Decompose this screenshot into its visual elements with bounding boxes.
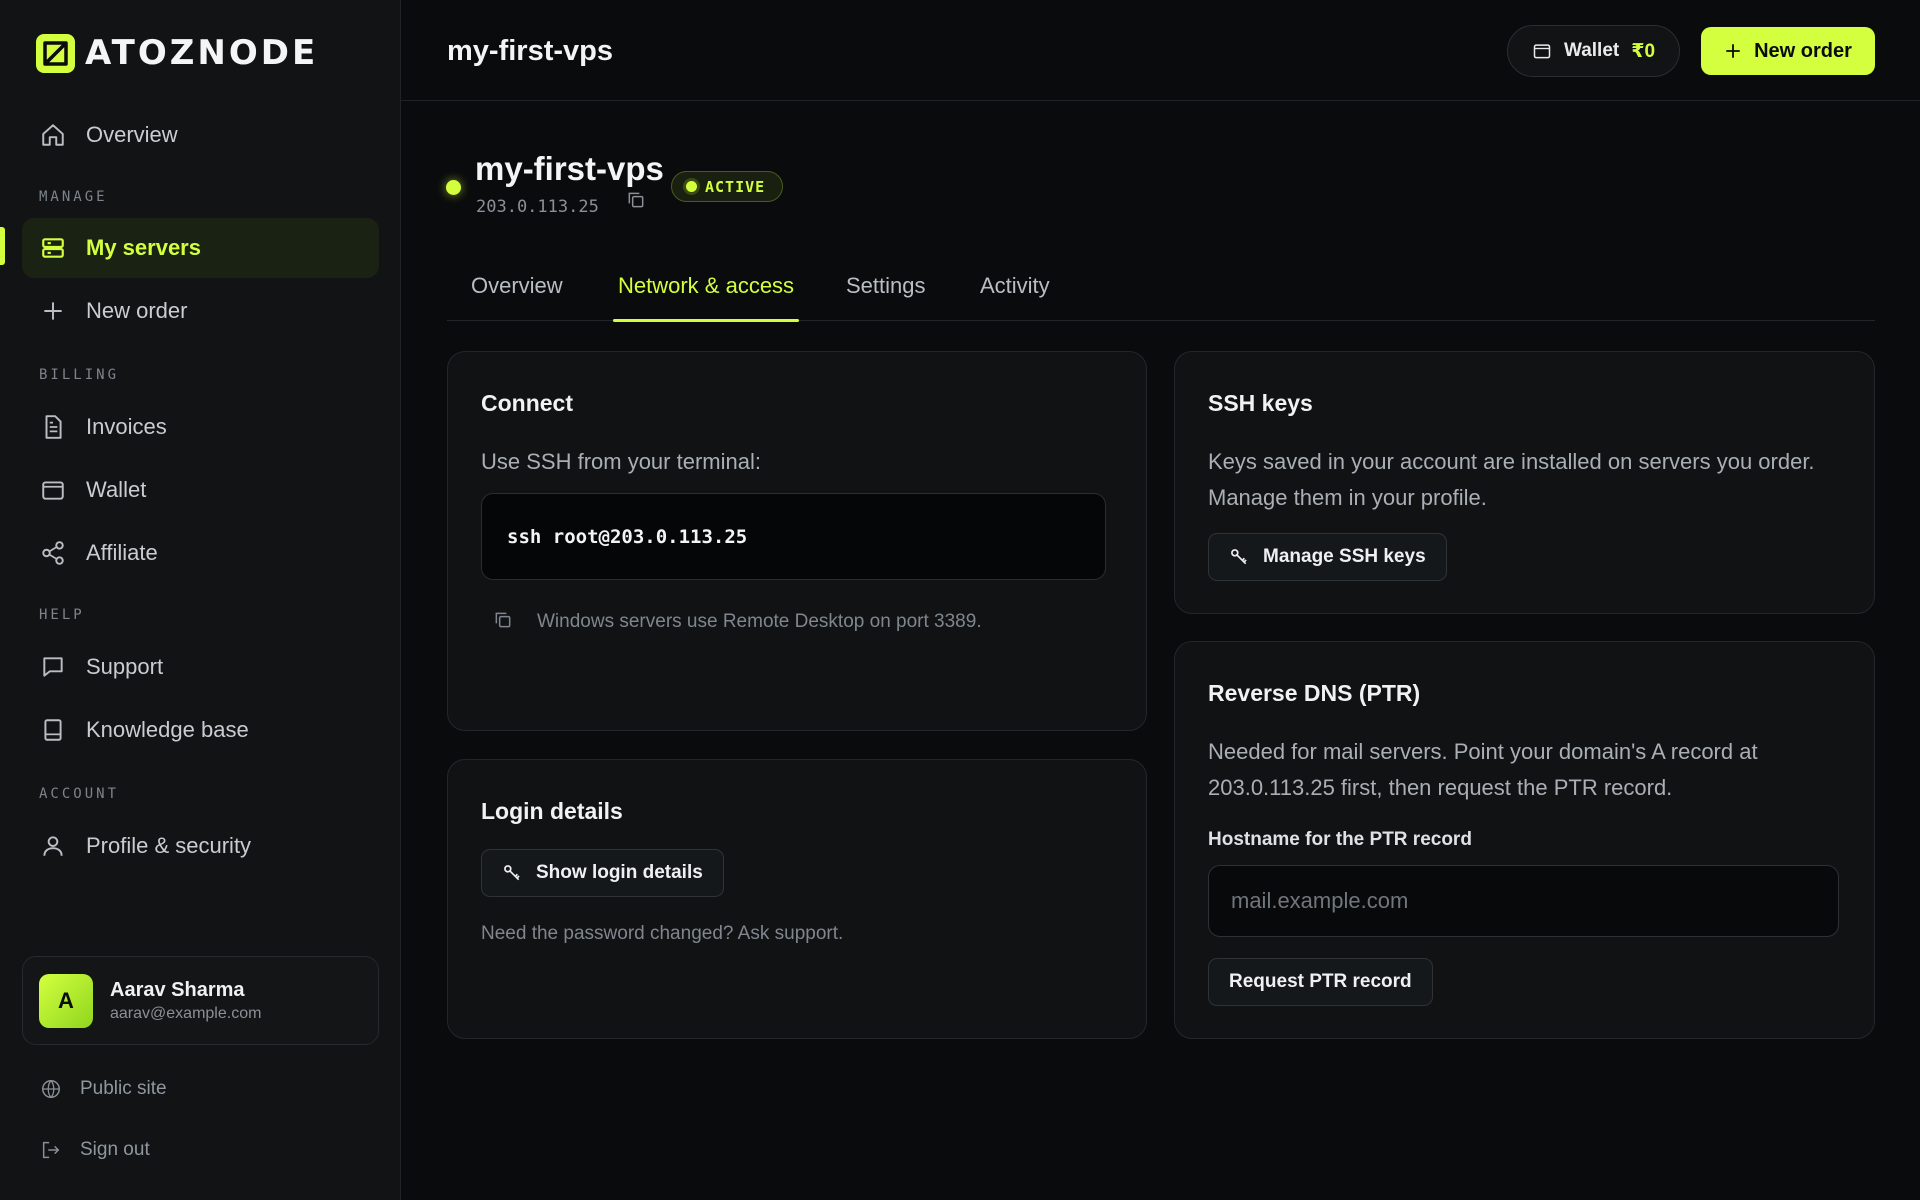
user-icon (43, 836, 63, 856)
sidebar-item-invoices[interactable]: Invoices (22, 397, 379, 457)
sidebar-item-support[interactable]: Support (22, 637, 379, 697)
section-manage: MANAGE (39, 189, 108, 205)
status-dot (446, 180, 461, 195)
sidebar-item-new-order[interactable]: New order (22, 281, 379, 341)
ssh-keys-line2: Manage them in your profile. (1208, 485, 1487, 510)
status-badge: ACTIVE (671, 171, 784, 202)
sidebar-item-label: Affiliate (86, 540, 158, 565)
manage-ssh-keys-button[interactable]: Manage SSH keys (1208, 533, 1447, 581)
wallet-button[interactable]: Wallet ₹0 (1507, 25, 1680, 77)
badge-dot (686, 181, 697, 192)
sidebar-item-profile-security[interactable]: Profile & security (22, 816, 379, 876)
tab-settings[interactable]: Settings (846, 273, 926, 321)
plus-icon (1726, 44, 1740, 58)
show-login-label: Show login details (536, 862, 703, 883)
login-title: Login details (481, 798, 623, 824)
logo-icon (36, 33, 75, 73)
sidebar-item-label: New order (86, 298, 188, 323)
server-name: my-first-vps (475, 150, 664, 187)
brand-logo[interactable]: ATOZNODE (36, 33, 318, 73)
request-ptr-button[interactable]: Request PTR record (1208, 958, 1433, 1006)
brand-name: ATOZNODE (85, 33, 319, 73)
sidebar-item-my-servers[interactable]: My servers (22, 218, 379, 278)
connect-title: Connect (481, 390, 573, 416)
tab-overview[interactable]: Overview (471, 273, 563, 321)
ssh-command-text: ssh root@203.0.113.25 (507, 525, 748, 548)
sign-out-label: Sign out (80, 1139, 150, 1160)
user-email: aarav@example.com (110, 1004, 262, 1022)
user-card[interactable]: A Aarav Sharma aarav@example.com (22, 956, 379, 1045)
new-order-label: New order (1754, 39, 1852, 62)
wallet-label: Wallet (1563, 40, 1620, 61)
rdns-line1: Needed for mail servers. Point your doma… (1208, 739, 1758, 764)
manage-ssh-keys-label: Manage SSH keys (1263, 546, 1426, 567)
section-account: ACCOUNT (39, 786, 120, 802)
sidebar-item-label: My servers (86, 235, 201, 260)
password-note: Need the password changed? Ask support. (481, 923, 844, 944)
wallet-icon (42, 481, 64, 500)
ssh-keys-card: SSH keys Keys saved in your account are … (1174, 351, 1875, 614)
rdns-line2: 203.0.113.25 first, then request the PTR… (1208, 775, 1673, 800)
sidebar-item-label: Overview (86, 122, 178, 147)
windows-note: Windows servers use Remote Desktop on po… (537, 611, 982, 632)
sidebar-item-wallet[interactable]: Wallet (22, 460, 379, 520)
wallet-icon (1533, 44, 1551, 59)
document-icon (45, 415, 62, 439)
ptr-hostname-label: Hostname for the PTR record (1208, 829, 1472, 850)
sidebar-item-label: Support (86, 654, 164, 679)
user-info: Aarav Sharma aarav@example.com (110, 979, 261, 1023)
chat-icon (43, 657, 63, 677)
key-icon (504, 865, 520, 881)
book-icon (44, 719, 62, 741)
copy-icon[interactable] (493, 610, 513, 630)
share-icon (42, 541, 64, 565)
sidebar: ATOZNODE Overview MANAGE My servers New … (0, 0, 401, 1200)
new-order-button[interactable]: New order (1701, 27, 1875, 75)
public-site-link[interactable]: Public site (40, 1078, 167, 1100)
connect-intro: Use SSH from your terminal: (481, 449, 761, 474)
ssh-command[interactable]: ssh root@203.0.113.25 (481, 493, 1106, 580)
server-icon (42, 238, 64, 258)
sidebar-item-label: Invoices (86, 414, 167, 439)
user-name: Aarav Sharma (110, 978, 245, 1001)
sidebar-item-overview[interactable]: Overview (22, 105, 379, 165)
server-tabs: Overview Network & access Settings Activ… (447, 260, 1875, 322)
show-login-details-button[interactable]: Show login details (481, 849, 724, 897)
status-text: ACTIVE (705, 177, 766, 196)
section-billing: BILLING (39, 367, 120, 383)
active-indicator (0, 227, 5, 265)
tab-network-access[interactable]: Network & access (612, 273, 800, 322)
copy-icon[interactable] (626, 190, 646, 210)
avatar: A (39, 973, 93, 1028)
ptr-hostname-input[interactable] (1208, 865, 1839, 937)
rdns-title: Reverse DNS (PTR) (1208, 680, 1421, 706)
reverse-dns-card: Reverse DNS (PTR) Needed for mail server… (1174, 641, 1875, 1039)
sidebar-item-label: Profile & security (86, 833, 252, 858)
sidebar-item-label: Knowledge base (86, 717, 249, 742)
sidebar-item-label: Wallet (86, 477, 147, 502)
connect-card: Connect Use SSH from your terminal: ssh … (447, 351, 1147, 731)
topbar: my-first-vps Wallet ₹0 New order (401, 0, 1920, 101)
public-site-label: Public site (80, 1078, 167, 1099)
sidebar-item-affiliate[interactable]: Affiliate (22, 523, 379, 583)
tab-activity[interactable]: Activity (980, 273, 1050, 321)
home-icon (42, 124, 64, 146)
globe-icon (42, 1080, 60, 1099)
sign-out-icon (42, 1141, 60, 1159)
key-icon (1231, 549, 1247, 565)
server-ip: 203.0.113.25 (476, 197, 599, 217)
page-title: my-first-vps (447, 35, 613, 67)
ssh-keys-line1: Keys saved in your account are installed… (1208, 449, 1815, 474)
login-details-card: Login details Show login details Need th… (447, 759, 1147, 1039)
ssh-keys-title: SSH keys (1208, 390, 1313, 416)
section-help: HELP (39, 607, 85, 623)
wallet-amount: ₹0 (1631, 40, 1656, 62)
plus-icon (44, 302, 62, 320)
sign-out-link[interactable]: Sign out (40, 1139, 150, 1161)
sidebar-item-knowledge-base[interactable]: Knowledge base (22, 700, 379, 760)
request-ptr-label: Request PTR record (1229, 971, 1412, 992)
